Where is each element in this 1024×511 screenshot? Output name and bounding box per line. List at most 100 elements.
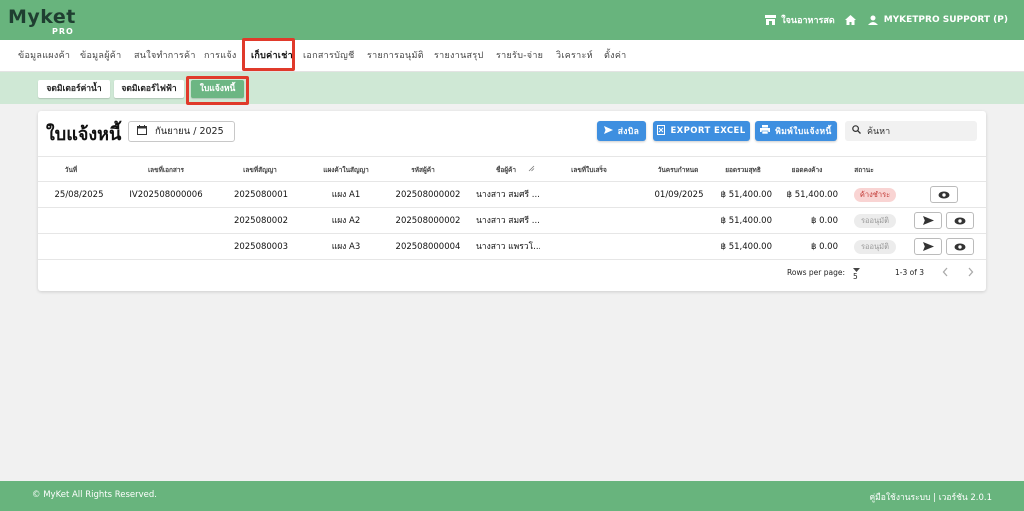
print-invoice-label: พิมพ์ใบแจ้งหนี้ — [775, 127, 832, 137]
sub-tab-bar: จดมิเตอร์ค่าน้ำ จดมิเตอร์ไฟฟ้า ใบแจ้งหนี… — [0, 72, 1024, 104]
rows-per-page-label: Rows per page: — [787, 268, 845, 277]
calendar-icon — [137, 125, 147, 138]
cell-vendor-code: 202508000004 — [395, 242, 461, 252]
send-row-button[interactable] — [914, 238, 942, 255]
cell-receipt-no — [558, 182, 620, 208]
cell-contract-no: 2025080001 — [233, 190, 289, 200]
cell-doc-no — [118, 208, 214, 234]
view-button[interactable] — [930, 186, 958, 203]
search-placeholder: ค้นหา — [867, 127, 891, 137]
cell-balance: ฿ 0.00 — [810, 216, 838, 226]
menu-item-stalls[interactable]: ข้อมูลแผงค้า — [18, 40, 70, 72]
market-name: ใจนอาหารสด — [781, 16, 835, 26]
month-value: กันยายน / 2025 — [155, 126, 224, 137]
cell-due-date — [648, 234, 710, 260]
table-header: วันที่ เลขที่เอกสาร เลขที่สัญญา แผงค้าใน… — [38, 156, 986, 182]
col-status[interactable]: สถานะ — [849, 157, 879, 183]
menu-item-income-expense[interactable]: รายรับ-จ่าย — [496, 40, 543, 72]
cell-vendor-code: 202508000002 — [395, 190, 461, 200]
cell-total: ฿ 51,400.00 — [720, 216, 772, 226]
logo-text: Myket — [8, 6, 76, 28]
view-button[interactable] — [946, 212, 974, 229]
send-icon — [603, 125, 613, 137]
column-resize-icon[interactable] — [526, 157, 536, 183]
export-excel-label: EXPORT EXCEL — [670, 126, 746, 136]
table-row[interactable]: 25/08/2025 IV202508000006 2025080001 แผง… — [38, 182, 986, 208]
pagination: Rows per page: 5 1-3 of 3 — [38, 264, 986, 284]
export-excel-button[interactable]: EXPORT EXCEL — [653, 121, 750, 141]
cell-vendor-name: นางสาว สมศรี ... — [476, 190, 540, 200]
chevron-left-icon — [942, 267, 948, 277]
col-contract-no[interactable]: เลขที่สัญญา — [234, 157, 286, 183]
user-menu[interactable]: MYKETPRO SUPPORT (P) — [867, 14, 1008, 26]
menu-item-notify[interactable]: การแจ้ง — [204, 40, 237, 72]
search-input[interactable]: ค้นหา — [845, 121, 977, 141]
cell-due-date: 01/09/2025 — [654, 190, 704, 200]
cell-total: ฿ 51,400.00 — [720, 190, 772, 200]
rows-per-page-value: 5 — [853, 272, 858, 281]
col-vendor-code[interactable]: รหัสผู้ค้า — [398, 157, 448, 183]
subtab-water-meter[interactable]: จดมิเตอร์ค่าน้ำ — [38, 80, 110, 98]
cell-date — [44, 234, 114, 260]
cell-due-date — [648, 208, 710, 234]
logo[interactable]: Myket PRO — [8, 6, 78, 36]
cell-balance: ฿ 0.00 — [810, 242, 838, 252]
col-doc-no[interactable]: เลขที่เอกสาร — [130, 157, 202, 183]
table-row[interactable]: 2025080003 แผง A3 202508000004 นางสาว แพ… — [38, 234, 986, 260]
table-row[interactable]: 2025080002 แผง A2 202508000002 นางสาว สม… — [38, 208, 986, 234]
cell-vendor-name: นางสาว แพรวโ... — [476, 242, 540, 252]
cell-vendor-name: นางสาว สมศรี ... — [476, 216, 540, 226]
col-due-date[interactable]: วันครบกำหนด — [652, 157, 704, 183]
col-vendor-name[interactable]: ชื่อผู้ค้า — [483, 157, 529, 183]
cell-balance: ฿ 51,400.00 — [786, 190, 838, 200]
cell-vendor-code: 202508000002 — [395, 216, 461, 226]
col-stall[interactable]: แผงค้าในสัญญา — [316, 157, 376, 183]
menu-item-vendors[interactable]: ข้อมูลผู้ค้า — [80, 40, 121, 72]
store-icon — [764, 14, 776, 26]
market-selector[interactable]: ใจนอาหารสด — [764, 13, 835, 27]
menu-item-accounting[interactable]: เอกสารบัญชี — [303, 40, 355, 72]
print-invoice-button[interactable]: พิมพ์ใบแจ้งหนี้ — [755, 121, 837, 141]
view-button[interactable] — [946, 238, 974, 255]
home-icon[interactable] — [845, 14, 857, 26]
rows-per-page-select[interactable]: 5 — [853, 268, 860, 281]
status-badge: รออนุมัติ — [854, 214, 896, 228]
prev-page-button[interactable] — [942, 267, 949, 279]
manual-version-link[interactable]: คู่มือใช้งานระบบ | เวอร์ชัน 2.0.1 — [870, 490, 993, 504]
next-page-button[interactable] — [967, 267, 974, 279]
menu-item-reports[interactable]: รายงานสรุป — [434, 40, 484, 72]
logo-pro-text: PRO — [52, 27, 74, 36]
send-row-button[interactable] — [914, 212, 942, 229]
cell-doc-no: IV202508000006 — [129, 190, 203, 200]
send-icon — [922, 216, 934, 225]
col-date[interactable]: วันที่ — [50, 157, 92, 183]
cell-total: ฿ 51,400.00 — [720, 242, 772, 252]
excel-icon — [657, 124, 666, 138]
cell-contract-no: 2025080003 — [233, 242, 289, 252]
footer: © MyKet All Rights Reserved. คู่มือใช้งา… — [0, 481, 1024, 511]
status-badge: ค้างชำระ — [854, 188, 896, 202]
menu-item-approvals[interactable]: รายการอนุมัติ — [367, 40, 424, 72]
menu-item-interested[interactable]: สนใจทำการค้า — [134, 40, 196, 72]
menu-item-settings[interactable]: ตั้งค่า — [604, 40, 627, 72]
page-title: ใบแจ้งหนี้ — [46, 124, 122, 145]
search-icon — [852, 125, 861, 137]
col-balance[interactable]: ยอดคงค้าง — [787, 157, 827, 183]
copyright: © MyKet All Rights Reserved. — [32, 490, 157, 500]
cell-doc-no — [118, 234, 214, 260]
cell-receipt-no — [558, 208, 620, 234]
highlight-box-subtab — [186, 76, 249, 105]
print-icon — [760, 125, 771, 137]
col-receipt-no[interactable]: เลขที่ใบเสร็จ — [558, 157, 620, 183]
col-total[interactable]: ยอดรวมสุทธิ — [722, 157, 764, 183]
menu-item-analytics[interactable]: วิเคราะห์ — [556, 40, 593, 72]
eye-icon — [954, 243, 966, 250]
cell-stall: แผง A2 — [331, 216, 361, 226]
send-icon — [922, 242, 934, 251]
month-picker[interactable]: กันยายน / 2025 — [128, 121, 235, 142]
main-menu: ข้อมูลแผงค้า ข้อมูลผู้ค้า สนใจทำการค้า ก… — [0, 40, 1024, 72]
send-bill-button[interactable]: ส่งบิล — [597, 121, 646, 141]
top-bar: Myket PRO ใจนอาหารสด MYKETPRO SUPPORT (P… — [0, 0, 1024, 40]
subtab-electric-meter[interactable]: จดมิเตอร์ไฟฟ้า — [114, 80, 184, 98]
eye-icon — [954, 217, 966, 224]
